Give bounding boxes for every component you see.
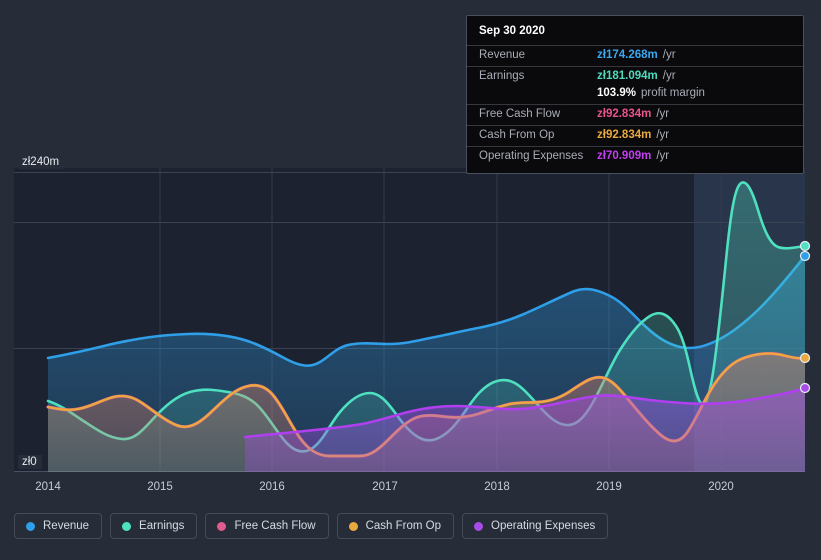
legend-dot-operating-expenses-icon xyxy=(474,521,484,531)
tooltip-date: Sep 30 2020 xyxy=(479,25,545,37)
legend-label-operating-expenses: Operating Expenses xyxy=(491,520,596,532)
legend-label-revenue: Revenue xyxy=(43,520,90,532)
legend-item-earnings[interactable]: Earnings xyxy=(110,513,198,539)
tooltip-value-cash-from-op: zł92.834m xyxy=(597,129,652,141)
tooltip-value-profit-margin: 103.9% xyxy=(597,87,637,99)
tooltip-row-cash-from-op: Cash From Op zł92.834m /yr xyxy=(467,125,803,146)
tooltip-row-earnings: Earnings zł181.094m /yr xyxy=(467,66,803,87)
legend-item-operating-expenses[interactable]: Operating Expenses xyxy=(462,513,609,539)
x-axis-tick-2018: 2018 xyxy=(484,481,510,493)
tooltip-label-revenue: Revenue xyxy=(479,49,526,61)
tooltip-label-free-cash-flow: Free Cash Flow xyxy=(479,108,561,120)
legend-dot-earnings-icon xyxy=(122,521,132,531)
x-axis-tick-2015: 2015 xyxy=(147,481,173,493)
x-axis-tick-2020: 2020 xyxy=(708,481,734,493)
legend-item-free-cash-flow[interactable]: Free Cash Flow xyxy=(205,513,329,539)
tooltip-unit-earnings: /yr xyxy=(662,70,676,82)
tooltip-label-operating-expenses: Operating Expenses xyxy=(479,150,584,162)
legend-item-revenue[interactable]: Revenue xyxy=(14,513,103,539)
y-axis-label-max: zł240m xyxy=(18,155,65,169)
legend-dot-free-cash-flow-icon xyxy=(217,521,227,531)
x-axis-tick-2014: 2014 xyxy=(35,481,61,493)
tooltip-row-operating-expenses: Operating Expenses zł70.909m /yr xyxy=(467,146,803,167)
tooltip-value-operating-expenses: zł70.909m xyxy=(597,150,652,162)
chart-tooltip: Sep 30 2020 Revenue zł174.268m /yr Earni… xyxy=(466,15,804,174)
x-axis-tick-2019: 2019 xyxy=(596,481,622,493)
endpoint-operating-expenses xyxy=(799,382,811,394)
tooltip-row-free-cash-flow: Free Cash Flow zł92.834m /yr xyxy=(467,104,803,125)
tooltip-label-earnings: Earnings xyxy=(479,70,525,82)
tooltip-row-revenue: Revenue zł174.268m /yr xyxy=(467,45,803,66)
legend-dot-cash-from-op-icon xyxy=(348,521,358,531)
legend-item-cash-from-op[interactable]: Cash From Op xyxy=(336,513,455,539)
chart-legend: Revenue Earnings Free Cash Flow Cash Fro… xyxy=(14,513,609,539)
legend-label-earnings: Earnings xyxy=(139,520,185,532)
endpoint-cash-from-op xyxy=(799,352,811,364)
legend-label-free-cash-flow: Free Cash Flow xyxy=(234,520,316,532)
tooltip-row-profit-margin: 103.9% profit margin xyxy=(467,87,803,104)
legend-label-cash-from-op: Cash From Op xyxy=(365,520,442,532)
tooltip-unit-free-cash-flow: /yr xyxy=(656,108,670,120)
endpoint-earnings xyxy=(799,240,811,252)
financial-chart-page: zł240m zł0 2014 2015 2016 2017 2018 2019… xyxy=(0,0,821,560)
tooltip-unit-operating-expenses: /yr xyxy=(656,150,670,162)
y-axis-label-min: zł0 xyxy=(18,455,42,469)
tooltip-value-revenue: zł174.268m xyxy=(597,49,658,61)
tooltip-label-profit-margin: profit margin xyxy=(641,87,705,99)
legend-dot-revenue-icon xyxy=(26,521,35,531)
x-axis-tick-2016: 2016 xyxy=(259,481,285,493)
tooltip-unit-cash-from-op: /yr xyxy=(656,129,670,141)
endpoint-revenue xyxy=(799,250,811,262)
x-axis-tick-2017: 2017 xyxy=(372,481,398,493)
tooltip-value-free-cash-flow: zł92.834m xyxy=(597,108,652,120)
tooltip-value-earnings: zł181.094m xyxy=(597,70,658,82)
tooltip-label-cash-from-op: Cash From Op xyxy=(479,129,555,141)
tooltip-unit-revenue: /yr xyxy=(662,49,676,61)
